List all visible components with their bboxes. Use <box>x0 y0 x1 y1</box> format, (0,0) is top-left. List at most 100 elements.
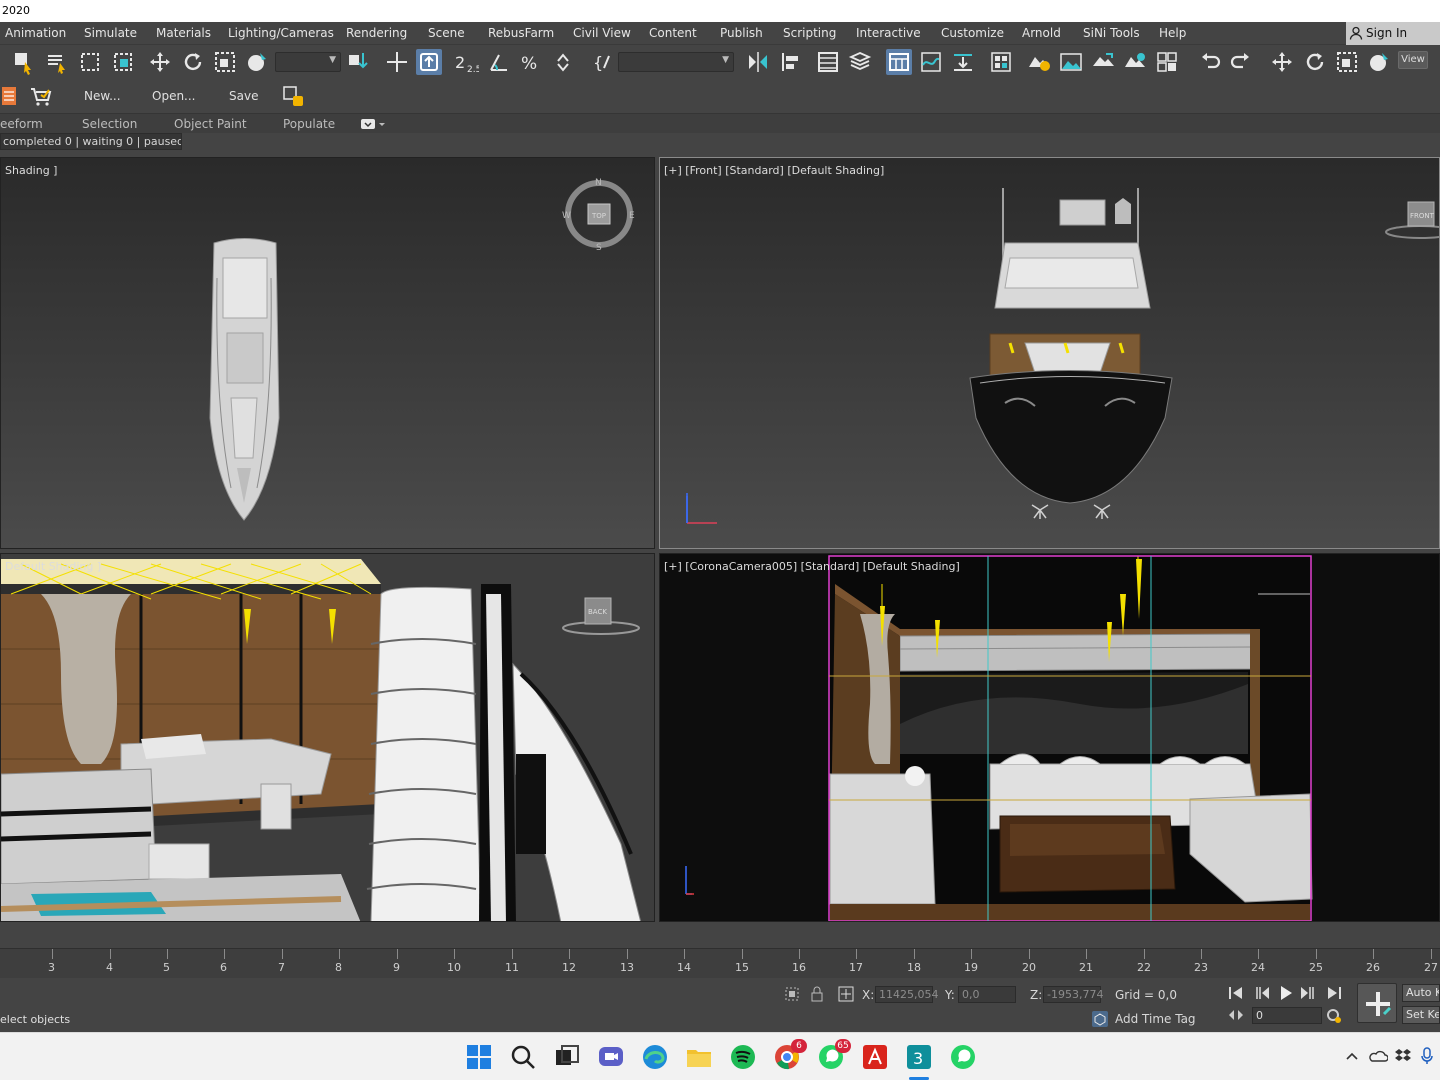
windows-start-icon[interactable] <box>465 1043 493 1071</box>
project-folder-icon[interactable] <box>281 83 307 109</box>
chrome-icon[interactable]: 6 <box>773 1039 807 1071</box>
auto-key-button[interactable]: Auto Ke <box>1402 984 1440 1002</box>
add-time-tag-button[interactable]: Add Time Tag <box>1115 1012 1196 1026</box>
keyboard-shortcut-override-icon[interactable] <box>416 49 442 75</box>
menu-content[interactable]: Content <box>649 26 697 40</box>
rotate-icon-2[interactable] <box>1302 49 1328 75</box>
go-to-start-icon[interactable] <box>1228 986 1244 1000</box>
acrobat-icon[interactable] <box>861 1043 889 1071</box>
move-icon[interactable] <box>147 49 173 75</box>
open-project-button[interactable]: Open... <box>152 89 196 103</box>
go-to-end-icon[interactable] <box>1326 986 1342 1000</box>
menu-scripting[interactable]: Scripting <box>783 26 836 40</box>
save-project-button[interactable]: Save <box>229 89 258 103</box>
show-hidden-icons-icon[interactable] <box>1346 1051 1358 1061</box>
move-icon-2[interactable] <box>1269 49 1295 75</box>
whatsapp-icon[interactable]: 65 <box>817 1039 851 1071</box>
ribbon-tab-selection[interactable]: Selection <box>82 117 137 131</box>
select-object-icon[interactable] <box>10 49 36 75</box>
viewport-camera-label[interactable]: [+] [CoronaCamera005] [Standard] [Defaul… <box>664 560 960 573</box>
spinner-snap-icon[interactable] <box>550 49 576 75</box>
ribbon-options-icon[interactable] <box>360 117 386 131</box>
percent-snap-icon[interactable]: % <box>518 49 544 75</box>
ribbon-tab-object-paint[interactable]: Object Paint <box>174 117 247 131</box>
layer-explorer-icon[interactable] <box>847 49 873 75</box>
render-production-icon[interactable] <box>1090 49 1116 75</box>
view-button[interactable]: View <box>1398 51 1428 69</box>
set-key-filter-button[interactable]: Set Ke <box>1402 1006 1440 1024</box>
menu-animation[interactable]: Animation <box>5 26 66 40</box>
schematic-view-icon[interactable] <box>950 49 976 75</box>
viewport-top[interactable]: Shading ] TOP N S W E <box>0 157 655 549</box>
timeline-ruler[interactable]: 3 4 5 6 7 8 9 10 11 12 13 14 15 16 17 18… <box>0 948 1440 978</box>
pivot-center-icon[interactable] <box>345 49 371 75</box>
edge-browser-icon[interactable] <box>641 1043 669 1071</box>
material-editor-icon[interactable] <box>988 49 1014 75</box>
sign-in-button[interactable]: Sign In <box>1346 22 1440 45</box>
menu-customize[interactable]: Customize <box>941 26 1004 40</box>
reference-coordinate-dropdown[interactable]: ▼ <box>275 52 341 72</box>
new-project-button[interactable]: New... <box>84 89 121 103</box>
file-explorer-icon[interactable] <box>685 1043 713 1071</box>
lock-icon[interactable] <box>810 986 824 1002</box>
viewport-front-label[interactable]: [+] [Front] [Standard] [Default Shading] <box>664 164 884 177</box>
menu-scene[interactable]: Scene <box>428 26 465 40</box>
menu-sini-tools[interactable]: SiNi Tools <box>1083 26 1140 40</box>
window-crossing-icon[interactable] <box>110 49 136 75</box>
menu-lighting-cameras[interactable]: Lighting/Cameras <box>228 26 334 40</box>
chat-icon[interactable] <box>597 1043 625 1071</box>
placement-icon-2[interactable] <box>1366 49 1392 75</box>
x-coordinate-field[interactable]: 11425,054 <box>875 986 939 1003</box>
play-icon[interactable] <box>1278 985 1294 1001</box>
calculator-icon[interactable] <box>0 83 26 109</box>
menu-publish[interactable]: Publish <box>720 26 763 40</box>
time-configuration-icon[interactable] <box>1326 1008 1342 1024</box>
rectangular-selection-icon[interactable] <box>77 49 103 75</box>
task-view-icon[interactable] <box>553 1043 581 1071</box>
microphone-icon[interactable] <box>1420 1047 1434 1065</box>
render-grid-icon[interactable] <box>1154 49 1180 75</box>
viewport-perspective[interactable]: Default Shading ] BACK <box>0 553 655 922</box>
viewport-front[interactable]: [+] [Front] [Standard] [Default Shading]… <box>659 157 1440 549</box>
absolute-mode-icon[interactable] <box>838 986 854 1002</box>
key-mode-icon[interactable] <box>1228 1008 1244 1022</box>
viewport-camera[interactable]: [+] [CoronaCamera005] [Standard] [Defaul… <box>659 553 1440 922</box>
undo-icon[interactable] <box>1197 49 1223 75</box>
current-frame-field[interactable]: 0 <box>1252 1007 1322 1024</box>
ribbon-toggle-icon[interactable] <box>886 49 912 75</box>
spotify-icon[interactable] <box>729 1043 757 1071</box>
render-setup-icon[interactable] <box>1026 49 1052 75</box>
menu-materials[interactable]: Materials <box>156 26 211 40</box>
menu-arnold[interactable]: Arnold <box>1022 26 1061 40</box>
z-coordinate-field[interactable]: -1953,774 <box>1043 986 1103 1003</box>
3ds-max-icon[interactable]: 3 <box>905 1043 933 1071</box>
menu-simulate[interactable]: Simulate <box>84 26 137 40</box>
viewcube-top[interactable]: TOP N S W E <box>561 176 641 256</box>
ribbon-tab-populate[interactable]: Populate <box>283 117 335 131</box>
whatsapp-desktop-icon[interactable] <box>949 1043 977 1071</box>
menu-civil-view[interactable]: Civil View <box>573 26 631 40</box>
isolate-selection-icon[interactable] <box>784 986 800 1002</box>
scale-icon-2[interactable] <box>1334 49 1360 75</box>
redo-icon[interactable] <box>1228 49 1254 75</box>
viewport-perspective-label[interactable]: Default Shading ] <box>5 560 101 573</box>
align-icon[interactable] <box>778 49 804 75</box>
previous-frame-icon[interactable] <box>1254 986 1270 1000</box>
menu-interactive[interactable]: Interactive <box>856 26 921 40</box>
time-tag-icon[interactable] <box>1091 1010 1109 1028</box>
y-coordinate-field[interactable]: 0,0 <box>958 986 1016 1003</box>
rendered-frame-window-icon[interactable] <box>1058 49 1084 75</box>
menu-help[interactable]: Help <box>1159 26 1186 40</box>
curve-editor-icon[interactable] <box>918 49 944 75</box>
angle-snap-icon[interactable] <box>486 49 512 75</box>
select-by-name-icon[interactable] <box>44 49 70 75</box>
set-key-button[interactable] <box>1357 983 1397 1023</box>
viewcube-front[interactable]: FRONT <box>1380 196 1440 246</box>
cart-icon[interactable] <box>28 83 54 109</box>
edit-named-selection-icon[interactable]: { <box>589 49 615 75</box>
viewcube-back[interactable]: BACK <box>561 594 641 644</box>
mirror-icon[interactable] <box>745 49 771 75</box>
menu-rendering[interactable]: Rendering <box>346 26 407 40</box>
next-frame-icon[interactable] <box>1300 986 1316 1000</box>
placement-icon[interactable] <box>244 49 270 75</box>
